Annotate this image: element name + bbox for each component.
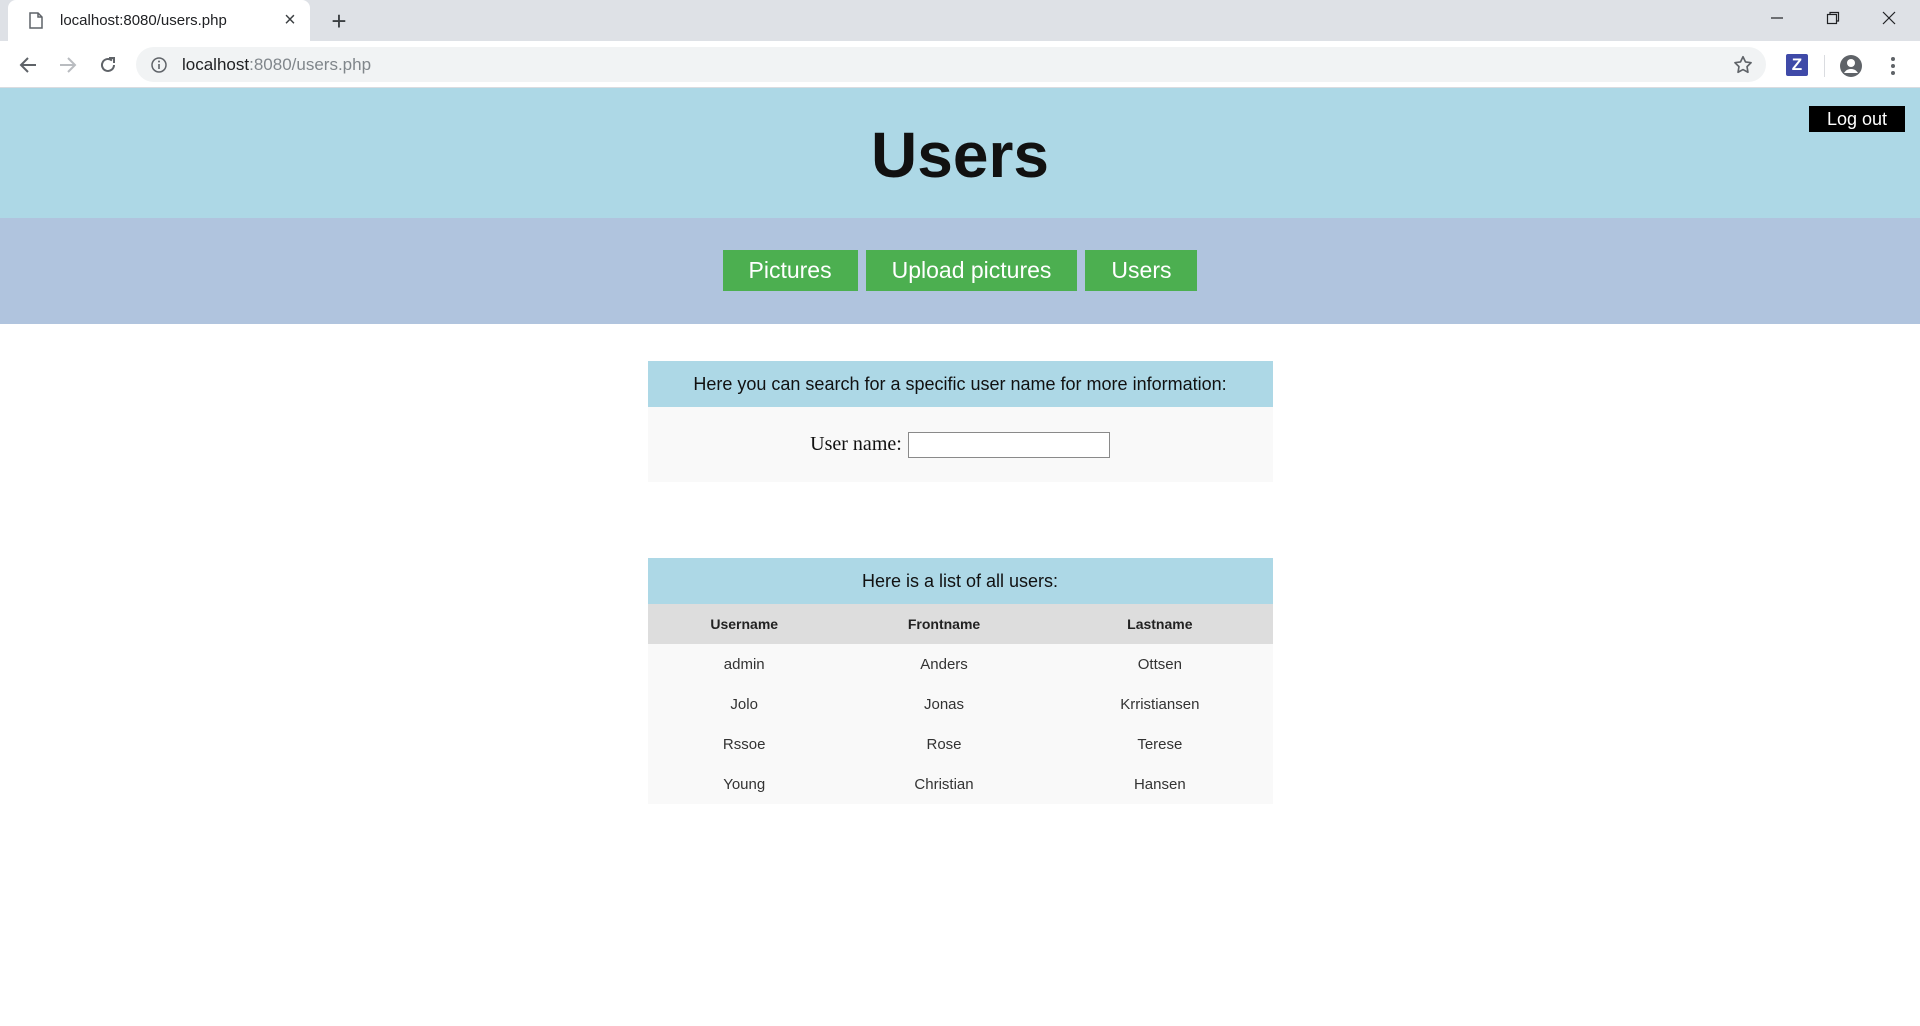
table-row: Rssoe Rose Terese: [648, 724, 1273, 764]
forward-icon[interactable]: [52, 49, 84, 81]
profile-avatar-icon[interactable]: [1838, 53, 1864, 79]
cell-frontname: Christian: [914, 775, 974, 793]
logout-button[interactable]: Log out: [1809, 106, 1905, 132]
cell-frontname: Anders: [920, 655, 968, 673]
table-header-row: Username Frontname Lastname: [647, 604, 1273, 644]
page-title: Users: [871, 119, 1049, 191]
cell-username: Jolo: [730, 695, 758, 713]
username-label: User name:: [810, 433, 902, 455]
users-heading: Here is a list of all users:: [647, 558, 1273, 604]
page-icon: [26, 11, 46, 31]
cell-username: Rssoe: [722, 735, 766, 753]
cell-lastname: Ottsen: [1137, 655, 1182, 673]
extension-z-icon[interactable]: Z: [1786, 54, 1808, 76]
search-heading: Here you can search for a specific user …: [647, 361, 1273, 407]
column-header-frontname: Frontname: [840, 604, 1048, 644]
reload-icon[interactable]: [92, 49, 124, 81]
cell-lastname: Krristiansen: [1120, 695, 1200, 713]
cell-frontname: Jonas: [924, 695, 965, 713]
table-row: Jolo Jonas Krristiansen: [648, 684, 1273, 724]
nav-pictures-button[interactable]: Pictures: [722, 250, 858, 291]
nav-upload-pictures-button[interactable]: Upload pictures: [865, 250, 1078, 291]
cell-username: Young: [723, 775, 766, 793]
cell-frontname: Rose: [926, 735, 962, 753]
cell-lastname: Terese: [1137, 735, 1183, 753]
table-row: Young Christian Hansen: [648, 764, 1273, 804]
tab-close-icon[interactable]: ×: [276, 7, 304, 35]
nav-users-button[interactable]: Users: [1085, 250, 1198, 291]
browser-tabstrip: localhost:8080/users.php × +: [0, 0, 1920, 41]
address-bar[interactable]: localhost:8080/users.php: [136, 47, 1766, 82]
back-icon[interactable]: [12, 49, 44, 81]
minimize-icon[interactable]: [1749, 0, 1805, 36]
search-form: User name:: [647, 407, 1273, 482]
toolbar-divider: [1824, 55, 1825, 77]
users-table: Username Frontname Lastname admin Anders…: [647, 604, 1273, 804]
column-header-lastname: Lastname: [1047, 604, 1273, 644]
search-panel: Here you can search for a specific user …: [647, 361, 1273, 482]
browser-tab[interactable]: localhost:8080/users.php ×: [8, 0, 310, 41]
cell-lastname: Hansen: [1133, 775, 1186, 793]
browser-toolbar: localhost:8080/users.php Z: [0, 41, 1920, 88]
site-info-icon[interactable]: [150, 56, 168, 74]
username-search-input[interactable]: [907, 431, 1110, 458]
column-header-username: Username: [647, 604, 841, 644]
new-tab-icon[interactable]: +: [324, 6, 354, 36]
table-row: admin Anders Ottsen: [648, 644, 1273, 684]
browser-menu-icon[interactable]: [1880, 53, 1906, 79]
restore-icon[interactable]: [1805, 0, 1861, 36]
close-window-icon[interactable]: [1861, 0, 1917, 36]
main-nav: Pictures Upload pictures Users: [0, 218, 1920, 324]
bookmark-star-icon[interactable]: [1732, 54, 1754, 76]
url-text: localhost:8080/users.php: [182, 54, 372, 74]
tab-title: localhost:8080/users.php: [60, 12, 227, 29]
page-content: Users Log out Pictures Upload pictures U…: [0, 88, 1920, 1026]
site-header: Users Log out: [0, 88, 1920, 218]
users-panel: Here is a list of all users: Username Fr…: [647, 558, 1273, 804]
cell-username: admin: [723, 655, 765, 673]
